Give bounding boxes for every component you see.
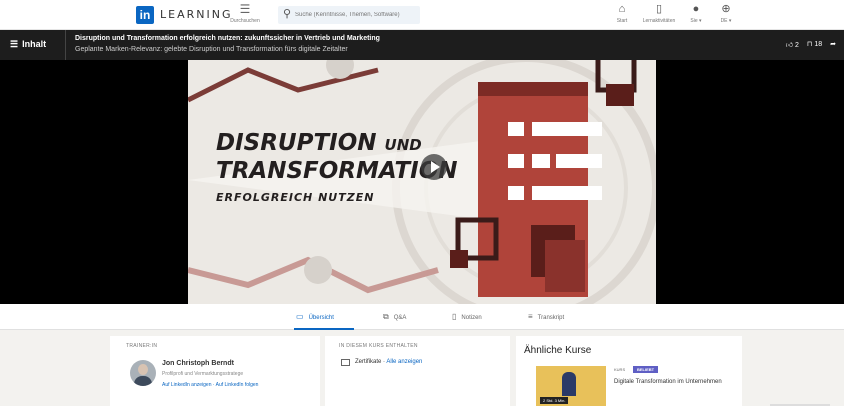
contents-toggle-button[interactable]: ☰ Inhalt (0, 30, 66, 60)
home-icon: ⌂ (618, 3, 626, 15)
save-button[interactable]: ⊓ 18 (807, 40, 822, 49)
tab-notes[interactable]: ▯ Notizen (452, 312, 482, 321)
nav-start-label: Start (616, 18, 628, 24)
course-kind: KURS (614, 367, 626, 372)
tab-qa-label: Q&A (393, 315, 407, 321)
trainer-linkedin-links[interactable]: Auf LinkedIn anzeigen · Auf LinkedIn fol… (162, 382, 258, 388)
like-icon: 👍︎ (785, 42, 794, 49)
overview-icon: ▭ (296, 312, 304, 321)
trainer-role: Profilprofi und Vermarktungsstratege (162, 371, 244, 377)
tab-overview[interactable]: ▭ Übersicht (296, 312, 334, 321)
trainer-name[interactable]: Jon Christoph Berndt (162, 360, 234, 367)
learning-logo-text[interactable]: LEARNING (160, 8, 232, 21)
video-header-bar: ☰ Inhalt Disruption und Transformation er… (0, 30, 844, 60)
tab-qa[interactable]: ⧉ Q&A (383, 312, 406, 322)
search-box[interactable]: ⚲ (278, 6, 420, 24)
poster-title-line1: DISRUPTION UND (216, 130, 422, 156)
nav-learning-label: Lernaktivitäten (642, 18, 676, 24)
popular-badge: BELIEBT (633, 366, 659, 373)
show-all-link[interactable]: Alle anzeigen (386, 359, 422, 365)
similar-course-title[interactable]: Digitale Transformation im Unternehmen (614, 378, 724, 387)
share-icon[interactable]: ➦ (830, 40, 836, 49)
trainer-avatar[interactable] (130, 360, 156, 386)
nav-learning[interactable]: ▯ Lernaktivitäten (641, 2, 677, 24)
list-icon: ☰ (10, 39, 19, 49)
tab-transcript[interactable]: ≡ Transkript (528, 312, 564, 321)
contents-label: Inhalt (22, 39, 47, 49)
like-count: 2 (795, 42, 799, 49)
nav-language-label: DE ▾ (720, 18, 732, 24)
course-details: TRAINER:IN Jon Christoph Berndt Profilpr… (0, 330, 844, 406)
trainer-header: TRAINER:IN (126, 343, 158, 349)
bookmark-icon: ⊓ (806, 41, 813, 48)
course-title: Disruption und Transformation erfolgreic… (75, 35, 380, 42)
browse-button[interactable]: ☰ Durchsuchen (225, 2, 265, 24)
included-panel: IN DIESEM KURS ENTHALTEN Zertifikate · A… (325, 336, 510, 406)
browse-label: Durchsuchen (230, 18, 260, 24)
tab-notes-label: Notizen (461, 315, 482, 321)
certificate-label: Zertifikate (355, 359, 382, 365)
qa-icon: ⧉ (383, 312, 389, 321)
nav-language[interactable]: ⊕ DE ▾ (708, 2, 744, 24)
certificate-icon (341, 359, 350, 366)
book-icon: ▯ (655, 3, 663, 15)
trainer-panel: TRAINER:IN Jon Christoph Berndt Profilpr… (110, 336, 320, 406)
browse-menu-icon: ☰ (239, 2, 251, 16)
similar-courses-panel: Ähnliche Kurse 2 Std. 3 Min. KURS BELIEB… (516, 336, 742, 406)
tab-overview-label: Übersicht (308, 315, 334, 321)
video-actions: 👍︎ 2 ⊓ 18 ➦ (786, 40, 836, 49)
globe-icon: ⊕ (721, 3, 731, 15)
included-header: IN DIESEM KURS ENTHALTEN (339, 343, 418, 349)
notes-icon: ▯ (452, 312, 457, 321)
linkedin-logo[interactable]: in (136, 6, 154, 24)
like-button[interactable]: 👍︎ 2 (786, 40, 799, 49)
thumbnail-figure (562, 372, 576, 396)
video-player[interactable]: DISRUPTION UND TRANSFORMATION ERFOLGREIC… (0, 60, 844, 304)
certificate-item: Zertifikate · Alle anzeigen (355, 359, 423, 365)
search-icon: ⚲ (283, 8, 292, 20)
course-tabs: ▭ Übersicht ⧉ Q&A ▯ Notizen ≡ Transkript (0, 304, 844, 330)
similar-courses-header: Ähnliche Kurse (524, 345, 592, 356)
play-icon[interactable] (421, 154, 447, 180)
search-input[interactable] (295, 9, 415, 21)
video-title: Geplante Marken-Relevanz: gelebte Disrup… (75, 46, 348, 53)
course-duration: 2 Std. 3 Min. (540, 397, 569, 404)
nav-start[interactable]: ⌂ Start (604, 2, 640, 24)
video-poster: DISRUPTION UND TRANSFORMATION ERFOLGREIC… (188, 60, 656, 304)
course-thumbnail[interactable]: 2 Std. 3 Min. (536, 366, 606, 406)
poster-title-line3: ERFOLGREICH NUTZEN (216, 191, 375, 204)
tab-transcript-label: Transkript (537, 315, 565, 321)
top-navigation: in LEARNING ☰ Durchsuchen ⚲ ⌂ Start ▯ Le… (0, 0, 844, 30)
save-count: 18 (814, 41, 823, 48)
transcript-icon: ≡ (528, 312, 533, 321)
